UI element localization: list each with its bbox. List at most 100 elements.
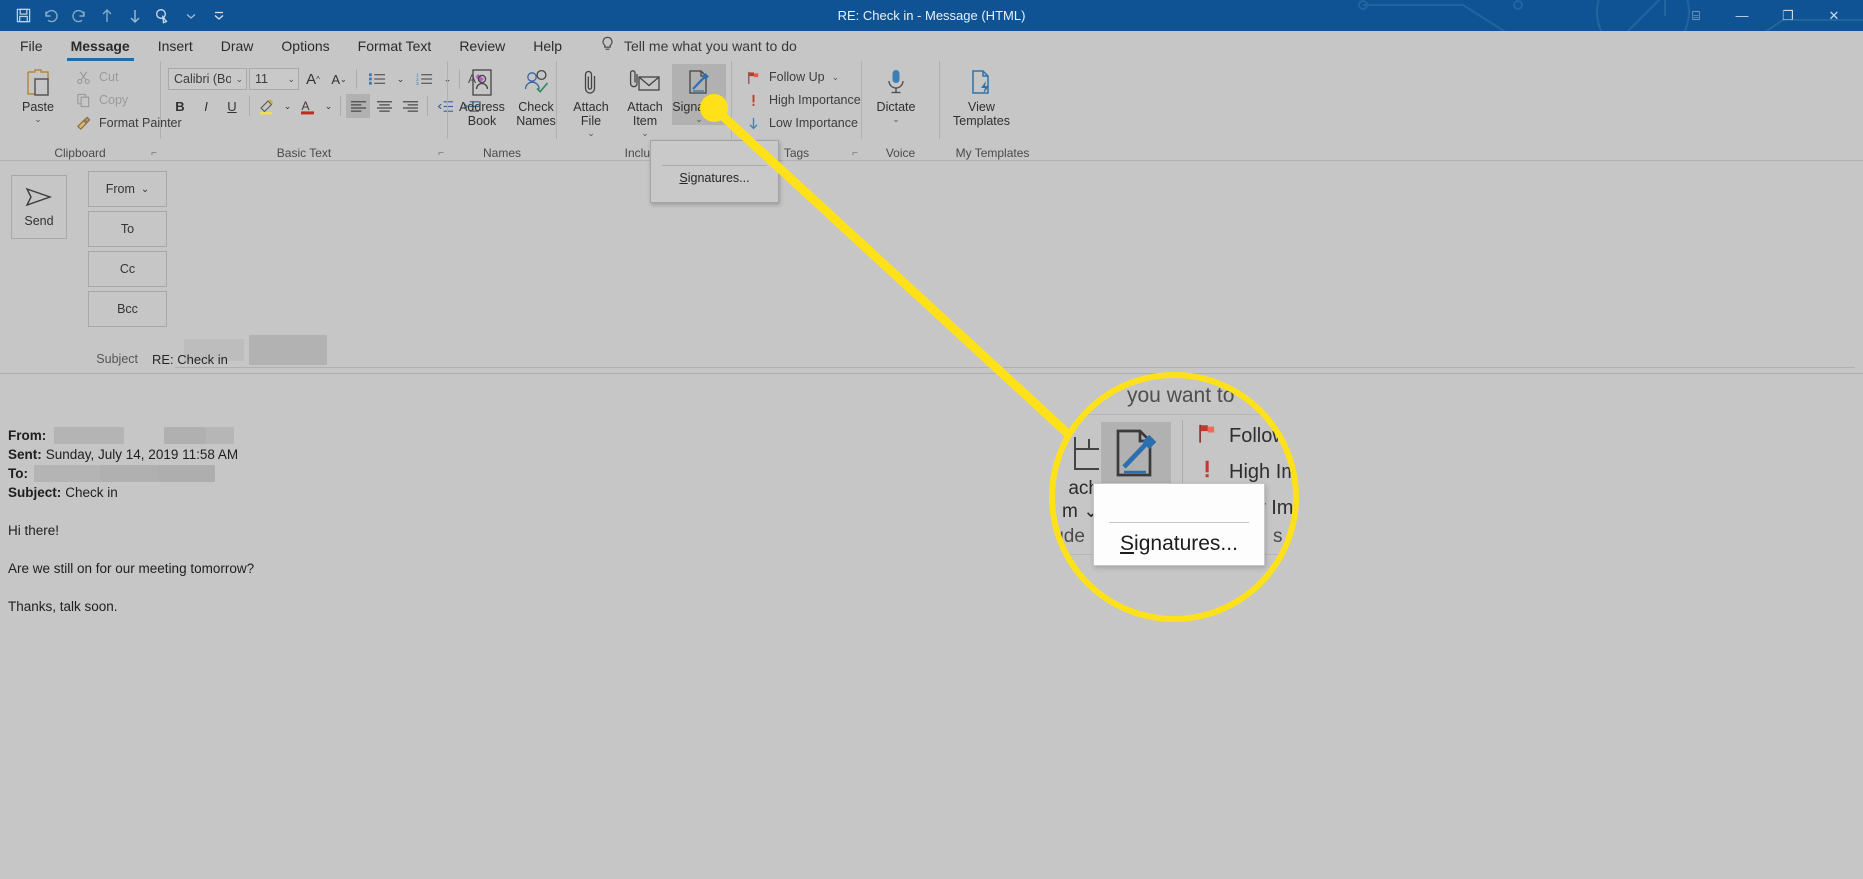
basic-text-row-1: Calibri (Bod ⌄ 11 ⌄ A^ A⌄ xyxy=(168,67,489,91)
dictate-button[interactable]: Dictate ⌄ xyxy=(869,64,923,125)
tell-me-search[interactable]: Tell me what you want to do xyxy=(600,36,797,56)
ribbon-display-options-button[interactable]: ⌸ xyxy=(1673,0,1719,31)
magnified-menu-item-signatures[interactable]: Signatures... xyxy=(1094,532,1264,556)
font-name-combo[interactable]: Calibri (Bod ⌄ xyxy=(168,68,247,90)
group-label-basic-text: Basic Text xyxy=(276,146,332,160)
font-color-chevron-icon[interactable]: ⌄ xyxy=(322,94,335,118)
previous-item-icon[interactable] xyxy=(94,3,120,29)
menu-item-signatures-rest: ignatures... xyxy=(687,171,750,185)
to-button[interactable]: To xyxy=(88,211,167,247)
menu-item-signatures-accel: S xyxy=(679,171,688,185)
redo-icon[interactable] xyxy=(66,3,92,29)
align-center-button[interactable] xyxy=(372,94,396,118)
magnified-signature-menu[interactable]: Signatures... xyxy=(1093,483,1265,566)
shrink-font-button[interactable]: A ⌄ xyxy=(327,67,351,91)
magnified-callout: you want to ach m ⌄ Sign xyxy=(1049,372,1299,622)
signature-dropdown-menu[interactable]: Signatures... xyxy=(650,140,779,203)
magnified-follow-up-button[interactable]: Follow xyxy=(1196,422,1293,450)
view-templates-button[interactable]: View Templates xyxy=(947,64,1016,130)
paperclip-icon xyxy=(1055,433,1106,478)
message-body[interactable]: From: Sent: Sunday, July 14, 2019 11:58 … xyxy=(0,374,1863,879)
attach-item-button[interactable]: Attach Item ⌄ xyxy=(618,64,672,139)
basic-text-dialog-launcher[interactable]: ⌐ xyxy=(438,148,444,159)
tags-dialog-launcher[interactable]: ⌐ xyxy=(852,148,858,159)
align-left-button[interactable] xyxy=(346,94,370,118)
next-item-icon[interactable] xyxy=(122,3,148,29)
menu-item-signatures[interactable]: Signatures... xyxy=(651,171,778,185)
tab-options[interactable]: Options xyxy=(267,34,343,58)
ribbon-group-tags: Follow Up ⌄ High Importance Low Importan… xyxy=(731,61,861,160)
magnified-content: you want to ach m ⌄ Sign xyxy=(1055,378,1293,616)
paste-button[interactable]: Paste ⌄ xyxy=(11,64,65,125)
check-names-button[interactable]: Check Names xyxy=(509,64,563,130)
touch-mode-icon[interactable] xyxy=(150,3,176,29)
signature-button[interactable]: Signature ⌄ xyxy=(672,64,726,125)
quick-access-toolbar[interactable] xyxy=(10,0,232,31)
low-importance-button[interactable]: Low Importance xyxy=(741,112,867,134)
dictate-label: Dictate xyxy=(876,100,916,114)
high-importance-button[interactable]: High Importance xyxy=(741,89,867,111)
tab-format-text[interactable]: Format Text xyxy=(344,34,446,58)
follow-up-button[interactable]: Follow Up ⌄ xyxy=(741,66,867,88)
magnified-attach-item-button[interactable]: ach m ⌄ xyxy=(1055,422,1106,522)
bullets-button[interactable] xyxy=(362,67,392,91)
magnified-high-importance-button[interactable]: High Imp xyxy=(1196,458,1293,486)
ribbon-group-my-templates: View Templates My Templates xyxy=(939,61,1045,160)
underline-button[interactable]: U xyxy=(220,94,244,118)
tab-review[interactable]: Review xyxy=(445,34,519,58)
chevron-down-icon[interactable]: ⌄ xyxy=(892,115,900,124)
bullets-chevron-icon[interactable]: ⌄ xyxy=(394,67,407,91)
align-right-button[interactable] xyxy=(398,94,422,118)
font-size-combo[interactable]: 11 ⌄ xyxy=(249,68,299,90)
clipboard-dialog-launcher[interactable]: ⌐ xyxy=(151,148,157,159)
chevron-down-icon[interactable]: ⌄ xyxy=(235,74,243,85)
bcc-label: Bcc xyxy=(117,302,138,316)
tab-file[interactable]: File xyxy=(6,34,57,58)
tags-commands: Follow Up ⌄ High Importance Low Importan… xyxy=(741,64,867,134)
attach-item-label: Attach Item xyxy=(627,100,663,128)
flag-icon xyxy=(1196,422,1218,450)
quoted-subject-value: Check in xyxy=(65,485,118,500)
to-field-row: To xyxy=(88,211,167,247)
from-button[interactable]: From ⌄ xyxy=(88,171,167,207)
quoted-to-line: To: xyxy=(8,464,1863,483)
tab-draw[interactable]: Draw xyxy=(207,34,268,58)
numbering-button[interactable]: 123 xyxy=(409,67,439,91)
tab-message[interactable]: Message xyxy=(57,34,144,61)
bcc-button[interactable]: Bcc xyxy=(88,291,167,327)
to-label: To xyxy=(120,222,135,236)
send-button[interactable]: Send xyxy=(11,175,67,239)
tab-help[interactable]: Help xyxy=(519,34,576,58)
chevron-down-icon[interactable]: ⌄ xyxy=(34,115,42,124)
undo-icon[interactable] xyxy=(38,3,64,29)
cc-button[interactable]: Cc xyxy=(88,251,167,287)
highlight-chevron-icon[interactable]: ⌄ xyxy=(281,94,294,118)
tab-insert[interactable]: Insert xyxy=(144,34,207,58)
bold-button[interactable]: B xyxy=(168,94,192,118)
paste-label: Paste xyxy=(22,100,54,114)
chevron-down-icon[interactable]: ⌄ xyxy=(695,115,703,124)
close-button[interactable]: ✕ xyxy=(1811,0,1857,31)
minimize-button[interactable]: — xyxy=(1719,0,1765,31)
subject-input[interactable]: RE: Check in xyxy=(152,352,228,367)
group-label-clipboard: Clipboard xyxy=(54,146,106,160)
chevron-down-icon[interactable]: ⌄ xyxy=(832,72,840,83)
save-icon[interactable] xyxy=(10,3,36,29)
chevron-down-icon[interactable]: ⌄ xyxy=(587,129,595,138)
grow-font-button[interactable]: A ^ xyxy=(301,67,325,91)
text-highlight-button[interactable] xyxy=(255,94,279,118)
restore-button[interactable]: ❐ xyxy=(1765,0,1811,31)
chevron-down-icon[interactable]: ⌄ xyxy=(641,129,649,138)
window-controls[interactable]: ⌸ — ❐ ✕ xyxy=(1673,0,1857,31)
italic-label: I xyxy=(204,98,208,114)
redacted-block xyxy=(164,427,207,444)
italic-button[interactable]: I xyxy=(194,94,218,118)
attach-file-button[interactable]: Attach File ⌄ xyxy=(564,64,618,139)
chevron-down-icon[interactable] xyxy=(178,3,204,29)
customize-qat-icon[interactable] xyxy=(206,3,232,29)
chevron-down-icon[interactable]: ⌄ xyxy=(141,184,149,195)
font-color-button[interactable]: A xyxy=(296,94,320,118)
chevron-down-icon[interactable]: ⌄ xyxy=(287,74,295,85)
address-book-button[interactable]: Address Book xyxy=(455,64,509,130)
ribbon-tab-strip[interactable]: File Message Insert Draw Options Format … xyxy=(0,31,1863,61)
